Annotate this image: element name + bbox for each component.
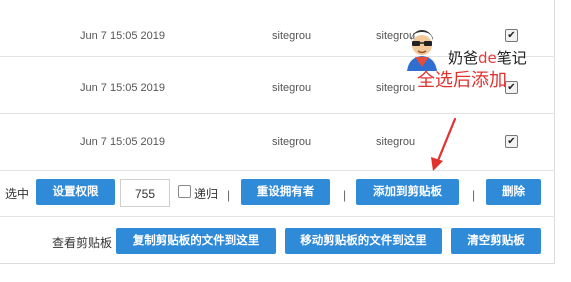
row-owner: sitegrou [272,82,312,94]
row-date: Jun 7 15:05 2019 [80,82,166,94]
row-owner: sitegrou [272,30,312,42]
add-to-clipboard-button[interactable]: 添加到剪贴板 [356,179,459,205]
row-checkbox[interactable]: ✔ [505,114,518,170]
delete-button[interactable]: 删除 [486,179,541,205]
clear-clipboard-button[interactable]: 清空剪贴板 [451,228,541,254]
clipboard-label: 查看剪贴板 [52,236,113,250]
selection-prefix: 选中 [5,187,30,201]
row-owner: sitegrou [272,136,312,148]
checkmark-icon: ✔ [505,134,518,148]
separator: | [343,188,347,202]
avatar-logo-icon [407,30,437,71]
row-date: Jun 7 15:05 2019 [80,136,166,148]
recursive-checkbox[interactable] [178,185,191,198]
copy-clipboard-here-button[interactable]: 复制剪贴板的文件到这里 [116,228,276,254]
separator: | [227,188,231,202]
set-permission-button[interactable]: 设置权限 [36,179,115,205]
annotation-arrow [431,117,457,171]
row-group: sitegrou [376,136,416,148]
watermark-name: 奶爸de笔记 [448,49,527,67]
table-row: Jun 7 15:05 2019 sitegrou sitegrou ✔ [0,114,555,171]
row-date: Jun 7 15:05 2019 [80,30,166,42]
move-clipboard-here-button[interactable]: 移动剪贴板的文件到这里 [285,228,442,254]
permission-input[interactable]: 755 [120,179,170,207]
checkmark-icon: ✔ [505,28,518,42]
reset-owner-button[interactable]: 重设拥有者 [241,179,330,205]
recursive-label: 递归 [194,187,219,201]
annotation-caption: 全选后添加 [417,70,507,91]
separator: | [472,188,476,202]
